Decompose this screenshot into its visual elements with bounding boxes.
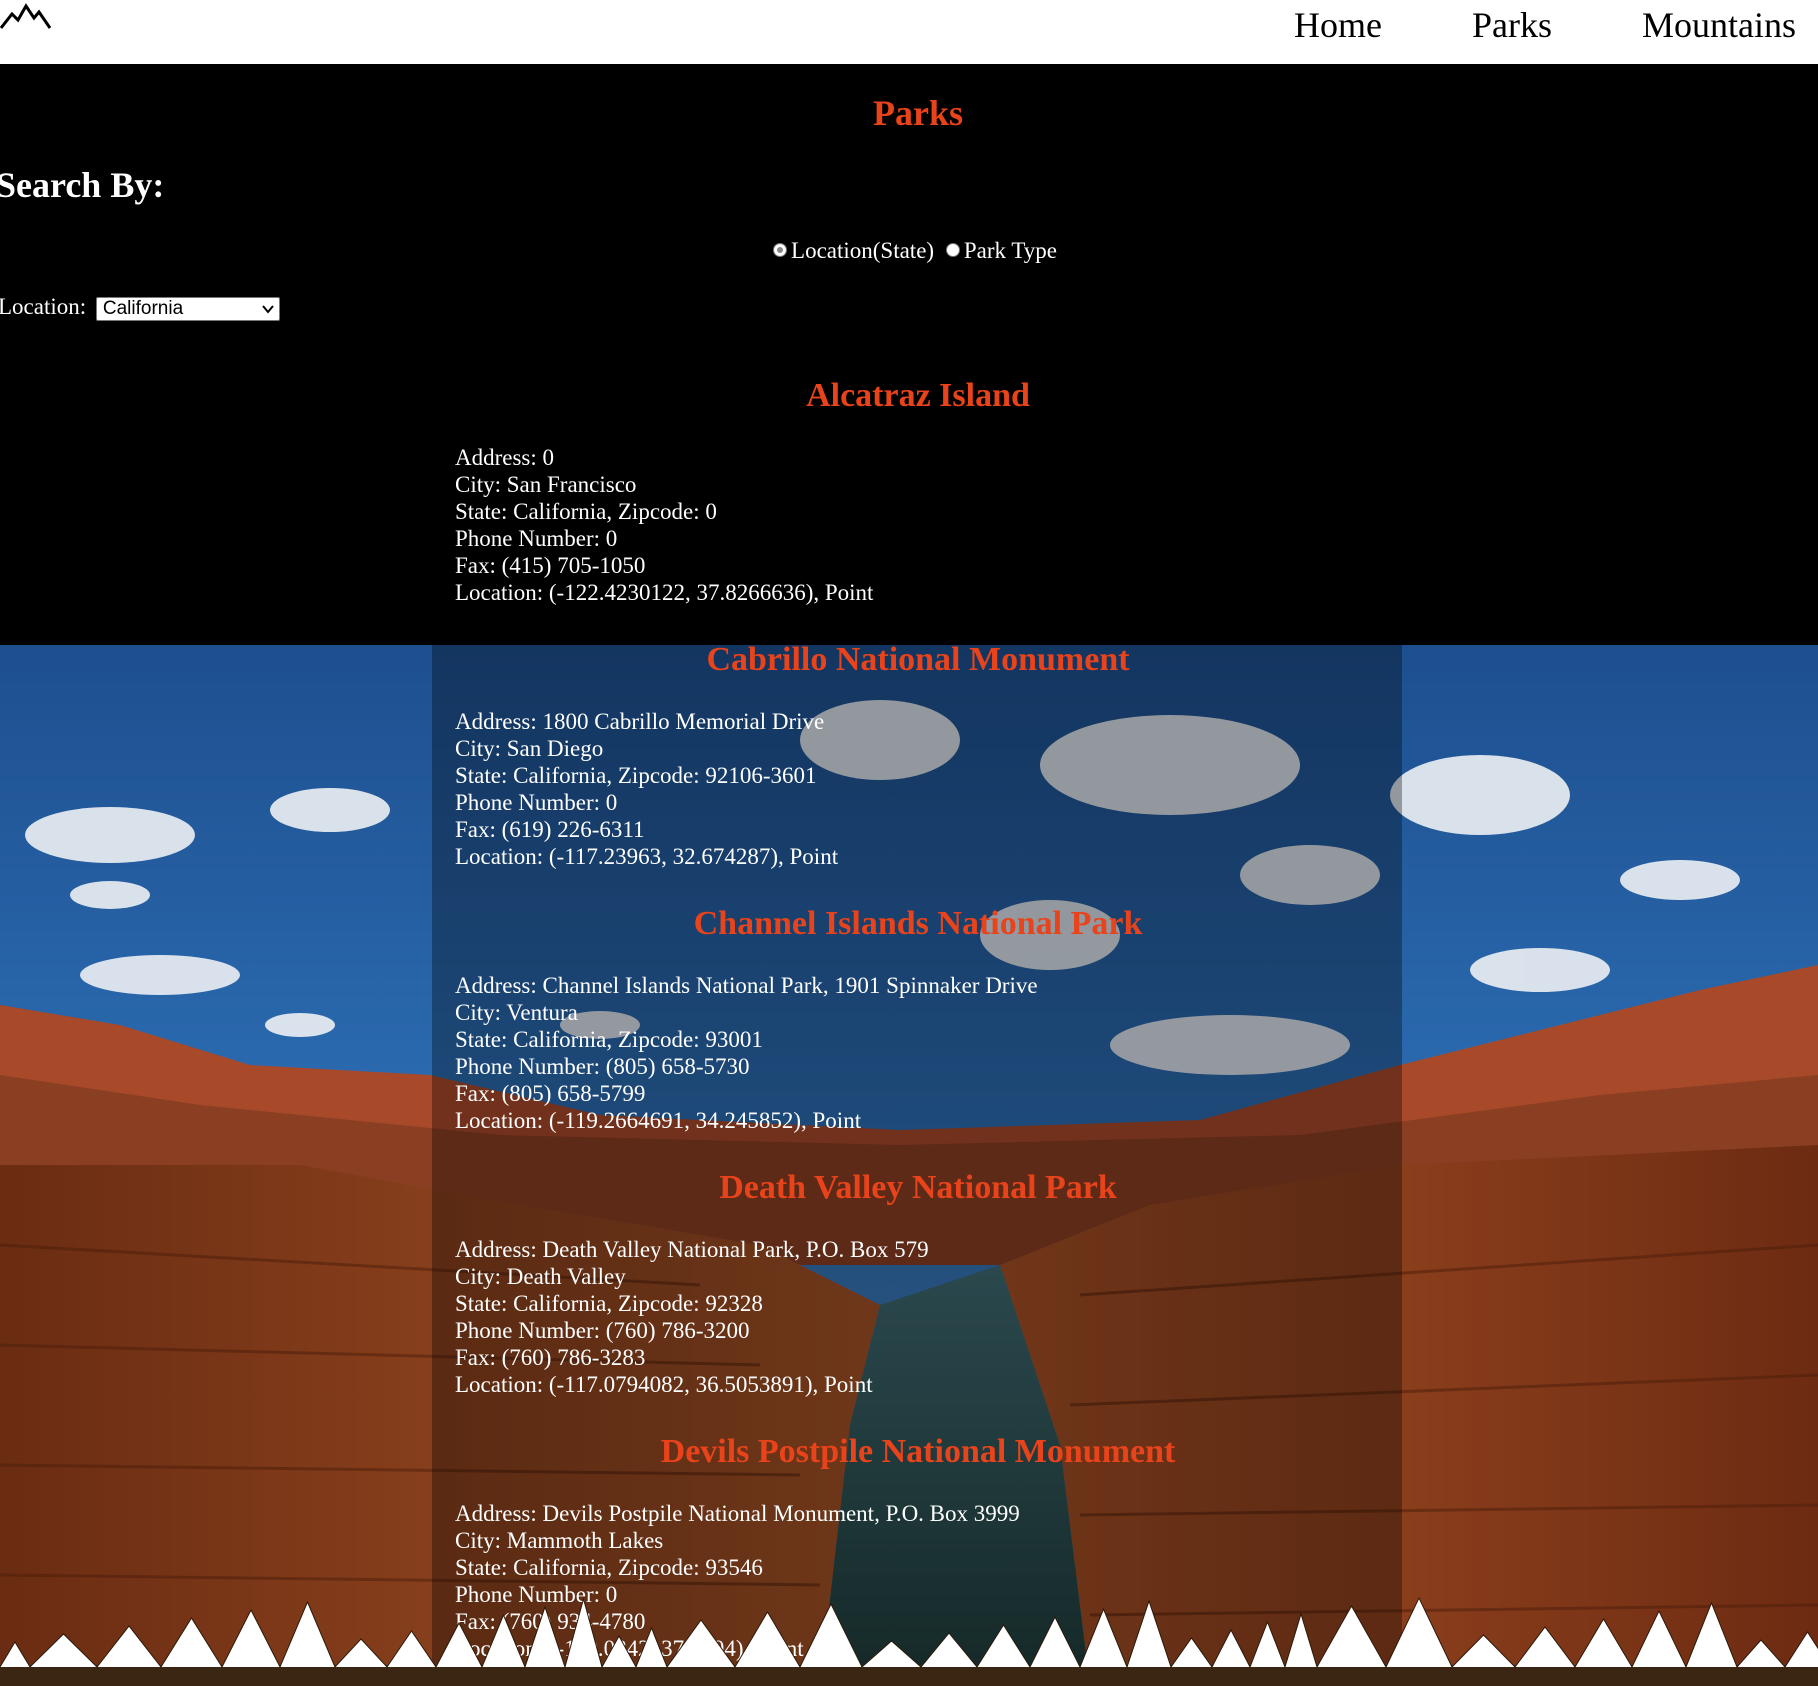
park-name: Alcatraz Island xyxy=(806,377,1030,414)
park-phone: Phone Number: (760) 786-3200 xyxy=(455,1318,750,1343)
park-address: Address: 0 xyxy=(455,445,555,470)
park-address: Address: Devils Postpile National Monume… xyxy=(455,1501,1020,1526)
radio-location-state[interactable] xyxy=(773,243,788,257)
search-type-radio-group: Location(State) Park Type xyxy=(0,238,1818,264)
park-details: Address: Death Valley National Park, P.O… xyxy=(455,1236,929,1398)
park-city: City: Mammoth Lakes xyxy=(455,1528,664,1553)
park-name: Devils Postpile National Monument xyxy=(660,1433,1176,1470)
park-state: State: California, Zipcode: 93001 xyxy=(455,1027,763,1052)
park-phone: Phone Number: 0 xyxy=(455,526,618,551)
park-entry: Devils Postpile National Monument Addres… xyxy=(0,1433,1818,1661)
radio-park-type[interactable] xyxy=(945,243,960,257)
location-filter: Location: California xyxy=(0,294,280,321)
radio-location-state-label[interactable]: Location(State) xyxy=(791,238,934,263)
park-state: State: California, Zipcode: 92106-3601 xyxy=(455,763,817,788)
location-select[interactable]: California xyxy=(95,296,280,321)
park-fax: Fax: (760) 786-3283 xyxy=(455,1345,646,1370)
park-details: Address: 0 City: San Francisco State: Ca… xyxy=(455,444,873,606)
chevron-down-icon xyxy=(262,305,274,314)
park-entry: Death Valley National Park Address: Deat… xyxy=(0,1169,1818,1397)
park-city: City: San Francisco xyxy=(455,472,637,497)
park-fax: Fax: (805) 658-5799 xyxy=(455,1081,646,1106)
park-city: City: Ventura xyxy=(455,1000,578,1025)
park-city: City: San Diego xyxy=(455,736,604,761)
radio-park-type-label[interactable]: Park Type xyxy=(964,238,1057,263)
mountain-range-footer-icon xyxy=(0,1596,1818,1686)
park-details: Address: Channel Islands National Park, … xyxy=(455,972,1038,1134)
park-entry: Alcatraz Island Address: 0 City: San Fra… xyxy=(0,377,1818,605)
park-name: Death Valley National Park xyxy=(719,1169,1117,1206)
park-details: Address: 1800 Cabrillo Memorial Drive Ci… xyxy=(455,708,838,870)
park-fax: Fax: (415) 705-1050 xyxy=(455,553,646,578)
park-phone: Phone Number: 0 xyxy=(455,790,618,815)
mountain-logo-icon[interactable] xyxy=(0,2,52,36)
park-city: City: Death Valley xyxy=(455,1264,626,1289)
park-state: State: California, Zipcode: 0 xyxy=(455,499,717,524)
page: Home Parks Mountains Parks Search By: Lo… xyxy=(0,0,1818,1686)
navbar: Home Parks Mountains xyxy=(0,0,1818,64)
park-location: Location: (-117.23963, 32.674287), Point xyxy=(455,844,839,869)
park-entry: Channel Islands National Park Address: C… xyxy=(0,905,1818,1133)
nav-link-mountains[interactable]: Mountains xyxy=(1642,4,1796,46)
park-address: Address: Channel Islands National Park, … xyxy=(455,973,1038,998)
park-entry: Cabrillo National Monument Address: 1800… xyxy=(0,641,1818,869)
park-location: Location: (-122.4230122, 37.8266636), Po… xyxy=(455,580,874,605)
park-location: Location: (-119.2664691, 34.245852), Poi… xyxy=(455,1108,862,1133)
park-address: Address: 1800 Cabrillo Memorial Drive xyxy=(455,709,825,734)
nav-link-home[interactable]: Home xyxy=(1294,4,1382,46)
park-location: Location: (-117.0794082, 36.5053891), Po… xyxy=(455,1372,873,1397)
search-by-heading: Search By: xyxy=(0,165,165,205)
park-name: Cabrillo National Monument xyxy=(706,641,1130,678)
nav-link-parks[interactable]: Parks xyxy=(1472,4,1552,46)
header-background xyxy=(0,64,1818,645)
location-label: Location: xyxy=(0,294,87,319)
park-state: State: California, Zipcode: 92328 xyxy=(455,1291,763,1316)
park-name: Channel Islands National Park xyxy=(693,905,1143,942)
park-state: State: California, Zipcode: 93546 xyxy=(455,1555,763,1580)
snow-peaks xyxy=(0,1596,1818,1669)
park-fax: Fax: (619) 226-6311 xyxy=(455,817,645,842)
location-select-value: California xyxy=(102,297,184,319)
nav-links: Home Parks Mountains xyxy=(1204,0,1796,50)
page-title: Parks xyxy=(873,93,963,133)
park-phone: Phone Number: (805) 658-5730 xyxy=(455,1054,750,1079)
park-address: Address: Death Valley National Park, P.O… xyxy=(455,1237,929,1262)
